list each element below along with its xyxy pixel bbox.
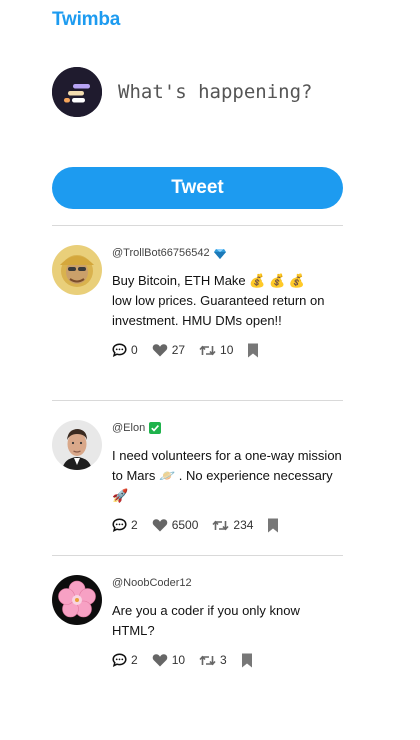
app-logo-title: Twimba (52, 9, 121, 30)
scrimba-logo-icon (52, 67, 102, 117)
bookmark-button[interactable] (267, 518, 283, 533)
feed-divider (52, 225, 343, 226)
app: Twimba Tweet @TrollBot66 (0, 0, 420, 740)
verified-check-icon (149, 422, 162, 434)
like-count: 6500 (171, 518, 199, 532)
tweet-handle[interactable]: @Elon (112, 422, 145, 434)
retweet-count: 3 (220, 653, 227, 667)
tweet-actions: 0 27 10 (112, 341, 344, 359)
like-button[interactable]: 6500 (152, 518, 199, 532)
like-count: 10 (171, 653, 186, 667)
heart-icon (152, 344, 167, 357)
comment-icon (112, 343, 127, 357)
cherry-blossom-avatar-icon (52, 575, 102, 625)
heart-icon (152, 654, 167, 667)
retweet-button[interactable]: 3 (199, 653, 227, 667)
tweet-text-line: Buy Bitcoin, ETH Make 💰 💰 💰 (112, 273, 306, 288)
tweet-handle[interactable]: @TrollBot66756542 (112, 247, 210, 259)
retweet-count: 10 (220, 343, 234, 357)
tweet-actions: 2 10 3 (112, 651, 344, 669)
avatar[interactable] (52, 245, 102, 295)
tweet-button[interactable]: Tweet (52, 167, 343, 209)
comment-icon (112, 653, 127, 667)
like-button[interactable]: 27 (152, 343, 185, 357)
tweet-text: Buy Bitcoin, ETH Make 💰 💰 💰 low low pric… (112, 271, 344, 331)
avatar[interactable] (52, 575, 102, 625)
reply-button[interactable]: 0 (112, 343, 138, 357)
retweet-count: 234 (233, 518, 254, 532)
tweet-handle[interactable]: @NoobCoder12 (112, 577, 192, 589)
bookmark-icon (268, 518, 279, 532)
comment-icon (112, 518, 127, 532)
like-button[interactable]: 10 (152, 653, 185, 667)
feed-divider (52, 555, 343, 556)
bookmark-button[interactable] (247, 343, 263, 358)
tweet-composer-input[interactable] (118, 72, 348, 112)
composer-avatar (52, 67, 102, 117)
retweet-icon (199, 345, 216, 355)
troll-avatar-icon (52, 245, 102, 295)
bookmark-icon (248, 343, 259, 357)
like-count: 27 (171, 343, 186, 357)
retweet-button[interactable]: 234 (212, 518, 253, 532)
reply-count: 0 (131, 343, 138, 357)
gem-icon (213, 248, 226, 259)
tweet-text-rest: low low prices. Guaranteed return on inv… (112, 293, 325, 328)
avatar[interactable] (52, 420, 102, 470)
bookmark-button[interactable] (241, 653, 257, 668)
tweet-actions: 2 6500 234 (112, 516, 344, 534)
retweet-icon (199, 655, 216, 665)
tweet-text: Are you a coder if you only know HTML? (112, 603, 300, 638)
elon-avatar-icon (52, 420, 102, 470)
reply-button[interactable]: 2 (112, 653, 138, 667)
retweet-button[interactable]: 10 (199, 343, 233, 357)
reply-count: 2 (131, 518, 138, 532)
bookmark-icon (241, 653, 252, 667)
retweet-icon (212, 520, 229, 530)
tweet-text: I need volunteers for a one-way mission … (112, 448, 342, 503)
reply-button[interactable]: 2 (112, 518, 138, 532)
heart-icon (152, 519, 167, 532)
reply-count: 2 (131, 653, 138, 667)
feed-divider (52, 400, 343, 401)
